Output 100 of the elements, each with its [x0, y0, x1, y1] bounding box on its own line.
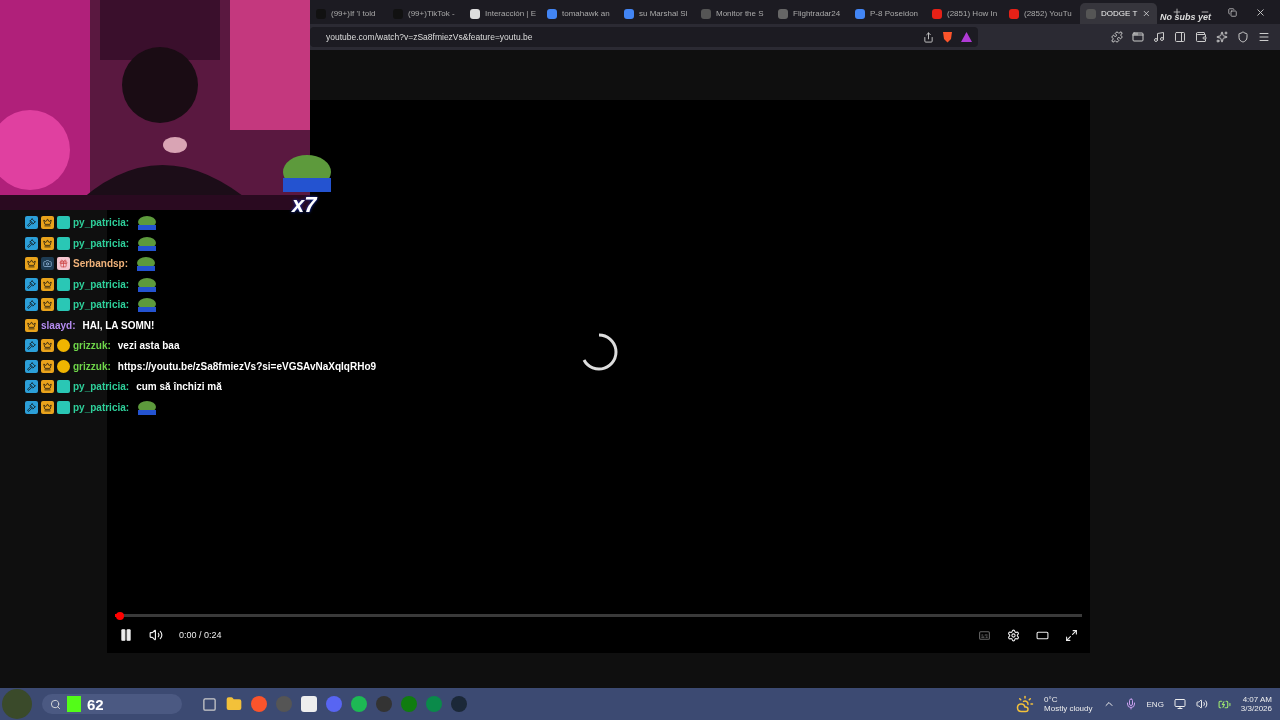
triangle-icon[interactable] — [961, 32, 972, 42]
browser-tab[interactable]: (2852) YouTu — [1003, 3, 1080, 24]
chat-username: py_patricia: — [73, 299, 130, 310]
crown-icon — [25, 257, 38, 270]
microphone-icon[interactable] — [1124, 698, 1137, 710]
frog-emote-icon — [136, 297, 159, 312]
frog-emote-icon — [136, 215, 159, 230]
shield-icon[interactable] — [1237, 31, 1249, 43]
frog-emote-icon — [280, 152, 334, 192]
badge-icon — [57, 277, 70, 291]
crown-icon — [41, 216, 54, 229]
frog-emote-icon — [136, 235, 159, 251]
crown-icon — [41, 339, 54, 352]
site-icon — [547, 8, 557, 19]
close-icon[interactable] — [1142, 9, 1151, 18]
browser-tab[interactable]: P-8 Poseidon — [849, 3, 926, 24]
site-icon — [624, 8, 634, 19]
site-icon — [932, 8, 942, 19]
browser-tab[interactable]: tomahawk an — [541, 3, 618, 24]
lion-shield-icon[interactable] — [942, 31, 953, 43]
frog-emote-icon — [135, 256, 157, 271]
combo-count: x7 — [292, 192, 317, 218]
browser-tab[interactable]: Flightradar24 — [772, 3, 849, 24]
badge-icon — [57, 380, 70, 393]
gavel-icon — [25, 339, 38, 352]
chat-username: slaayd: — [41, 319, 76, 331]
volume-icon[interactable] — [1195, 698, 1208, 710]
fullscreen-icon[interactable] — [1065, 628, 1078, 642]
temperature: 0°C — [1044, 695, 1059, 704]
browser-tab[interactable]: Interacción | E — [464, 3, 541, 24]
close-icon[interactable] — [1255, 6, 1266, 18]
weather-icon[interactable] — [1016, 695, 1035, 713]
menu-icon[interactable] — [1258, 31, 1270, 43]
settings-icon[interactable] — [1007, 628, 1020, 642]
gavel-icon — [25, 359, 38, 373]
site-icon — [778, 8, 788, 19]
chat-username: Serbandsp: — [73, 258, 128, 269]
window-icon[interactable] — [1132, 31, 1144, 43]
gavel-icon — [25, 380, 38, 393]
browser-tab[interactable]: (99+)TikTok - — [387, 3, 464, 24]
badge-icon — [57, 298, 70, 311]
crown-icon — [25, 318, 38, 332]
crown-icon — [41, 298, 54, 311]
crown-icon — [41, 236, 54, 250]
gavel-icon — [25, 236, 38, 250]
gavel-icon — [25, 216, 38, 229]
coin-icon — [57, 359, 70, 373]
monitor-icon[interactable] — [1173, 698, 1186, 710]
crown-icon — [41, 380, 54, 393]
sparkles-icon[interactable] — [1216, 31, 1228, 43]
chat-message: cum să închizi mă — [136, 381, 222, 392]
gavel-icon — [25, 298, 38, 311]
gavel-icon — [25, 400, 38, 414]
badge-icon — [57, 216, 70, 229]
search-icon — [50, 698, 61, 710]
site-icon — [855, 8, 865, 19]
gift-icon — [57, 257, 70, 270]
time-display: 0:00 / 0:24 — [179, 630, 222, 640]
volume-icon[interactable] — [149, 628, 163, 642]
crown-icon — [41, 359, 54, 373]
music-app-icon[interactable] — [351, 696, 367, 712]
share-icon[interactable] — [923, 31, 934, 43]
browser-tab[interactable]: su Marshal Sl — [618, 3, 695, 24]
chat-username: py_patricia: — [73, 278, 130, 290]
site-icon — [470, 8, 480, 19]
chat-username: grizzuk: — [73, 360, 111, 372]
restore-icon[interactable] — [1228, 7, 1237, 17]
music-icon[interactable] — [1153, 31, 1165, 43]
subtitles-icon[interactable] — [978, 628, 991, 642]
site-icon — [1009, 8, 1019, 19]
progress-track[interactable] — [115, 614, 1082, 617]
site-icon — [1086, 8, 1096, 19]
wallet-icon[interactable] — [1195, 31, 1207, 43]
puzzle-icon[interactable] — [1111, 31, 1123, 43]
chat-username: py_patricia: — [73, 237, 130, 249]
clock-date[interactable]: 3/3/2026 — [1240, 704, 1272, 713]
chat-username: py_patricia: — [73, 401, 130, 413]
language-indicator[interactable]: ENG — [1146, 699, 1164, 709]
browser-tab[interactable]: (2851) How In — [926, 3, 1003, 24]
site-icon — [701, 8, 711, 19]
weather-text: Mostly cloudy — [1044, 704, 1093, 713]
badge-icon — [57, 236, 70, 250]
search-field[interactable]: 62 — [42, 694, 182, 714]
coin-icon — [57, 339, 70, 352]
gavel-icon — [25, 277, 38, 291]
task-view-icon[interactable] — [202, 696, 217, 712]
browser-tab[interactable]: (99+)If 'I told — [310, 3, 387, 24]
browser-tab[interactable]: DODGE T — [1080, 3, 1157, 24]
folder-icon[interactable] — [226, 696, 242, 712]
chat-username: py_patricia: — [73, 381, 130, 392]
sidebar-icon[interactable] — [1174, 31, 1186, 43]
camera-icon — [41, 257, 54, 270]
subs-label: No subs yet — [1160, 12, 1211, 22]
browser-tab[interactable]: Monitor the S — [695, 3, 772, 24]
crown-icon — [41, 400, 54, 414]
clock-time[interactable]: 4:07 AM — [1242, 695, 1272, 704]
chat-username: grizzuk: — [73, 340, 111, 351]
crown-icon — [41, 277, 54, 291]
address-bar[interactable]: youtube.com/watch?v=zSa8fmiezVs&feature=youtu.be — [310, 27, 978, 47]
pause-icon[interactable] — [119, 628, 133, 642]
